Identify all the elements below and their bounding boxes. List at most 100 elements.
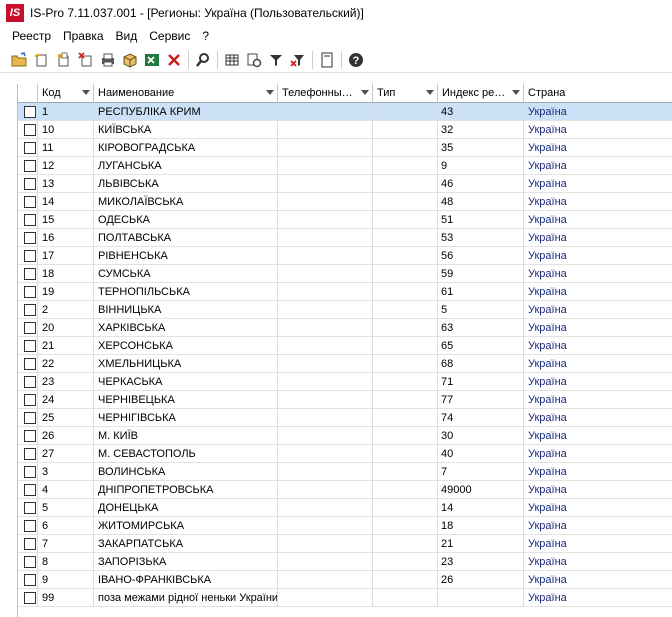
help-icon[interactable]: ? xyxy=(346,50,366,70)
row-checkbox[interactable] xyxy=(24,502,36,514)
table-row[interactable]: 17 РІВНЕНСЬКА 56 Україна xyxy=(18,247,672,265)
table-row[interactable]: 24 ЧЕРНІВЕЦЬКА 77 Україна xyxy=(18,391,672,409)
header-phone[interactable]: Телефонны… xyxy=(278,84,373,102)
table-row[interactable]: 9 ІВАНО-ФРАНКІВСЬКА 26 Україна xyxy=(18,571,672,589)
table-row[interactable]: 15 ОДЕСЬКА 51 Україна xyxy=(18,211,672,229)
sort-arrow-icon[interactable] xyxy=(266,90,274,95)
cell-country: Україна xyxy=(528,232,567,244)
row-checkbox[interactable] xyxy=(24,286,36,298)
table-icon[interactable] xyxy=(222,50,242,70)
cell-phone xyxy=(278,499,373,517)
table-row[interactable]: 6 ЖИТОМИРСЬКА 18 Україна xyxy=(18,517,672,535)
table-row[interactable]: 18 СУМСЬКА 59 Україна xyxy=(18,265,672,283)
menu-service[interactable]: Сервис xyxy=(143,29,196,43)
row-checkbox[interactable] xyxy=(24,142,36,154)
search-icon[interactable] xyxy=(193,50,213,70)
table-row[interactable]: 2 ВІННИЦЬКА 5 Україна xyxy=(18,301,672,319)
row-checkbox[interactable] xyxy=(24,538,36,550)
table-row[interactable]: 7 ЗАКАРПАТСЬКА 21 Україна xyxy=(18,535,672,553)
menu-registry[interactable]: Реестр xyxy=(0,29,57,43)
cell-phone xyxy=(278,373,373,391)
table-row[interactable]: 26 М. КИЇВ 30 Україна xyxy=(18,427,672,445)
row-checkbox[interactable] xyxy=(24,574,36,586)
row-checkbox[interactable] xyxy=(24,250,36,262)
table-row[interactable]: 8 ЗАПОРІЗЬКА 23 Україна xyxy=(18,553,672,571)
table-row[interactable]: 19 ТЕРНОПІЛЬСЬКА 61 Україна xyxy=(18,283,672,301)
delete-item-icon[interactable] xyxy=(76,50,96,70)
row-checkbox[interactable] xyxy=(24,304,36,316)
sort-arrow-icon[interactable] xyxy=(426,90,434,95)
table-row[interactable]: 11 КІРОВОГРАДСЬКА 35 Україна xyxy=(18,139,672,157)
row-checkbox[interactable] xyxy=(24,214,36,226)
cell-name: поза межами рідної неньки України xyxy=(94,589,278,607)
sort-arrow-icon[interactable] xyxy=(361,90,369,95)
row-checkbox[interactable] xyxy=(24,322,36,334)
table-row[interactable]: 99 поза межами рідної неньки України Украї… xyxy=(18,589,672,607)
header-type[interactable]: Тип xyxy=(373,84,438,102)
table-row[interactable]: 27 М. СЕВАСТОПОЛЬ 40 Україна xyxy=(18,445,672,463)
row-checkbox[interactable] xyxy=(24,556,36,568)
row-checkbox[interactable] xyxy=(24,376,36,388)
row-checkbox[interactable] xyxy=(24,358,36,370)
cell-name: ІВАНО-ФРАНКІВСЬКА xyxy=(94,571,278,589)
print-icon[interactable] xyxy=(98,50,118,70)
table-row[interactable]: 25 ЧЕРНІГІВСЬКА 74 Україна xyxy=(18,409,672,427)
row-checkbox[interactable] xyxy=(24,232,36,244)
row-checkbox-cell xyxy=(18,409,38,427)
row-checkbox[interactable] xyxy=(24,412,36,424)
cell-type xyxy=(373,427,438,445)
header-country[interactable]: Страна xyxy=(524,84,672,102)
row-checkbox[interactable] xyxy=(24,448,36,460)
row-checkbox[interactable] xyxy=(24,178,36,190)
table-row[interactable]: 21 ХЕРСОНСЬКА 65 Україна xyxy=(18,337,672,355)
cell-country: Україна xyxy=(528,124,567,136)
sort-arrow-icon[interactable] xyxy=(82,90,90,95)
header-index[interactable]: Индекс ре… xyxy=(438,84,524,102)
table-row[interactable]: 20 ХАРКІВСЬКА 63 Україна xyxy=(18,319,672,337)
cell-index: 9 xyxy=(438,157,524,175)
row-checkbox[interactable] xyxy=(24,592,36,604)
menu-help[interactable]: ? xyxy=(196,29,215,43)
row-checkbox[interactable] xyxy=(24,124,36,136)
row-checkbox[interactable] xyxy=(24,196,36,208)
cell-code: 25 xyxy=(38,409,94,427)
filter-icon[interactable] xyxy=(266,50,286,70)
row-checkbox[interactable] xyxy=(24,520,36,532)
sort-arrow-icon[interactable] xyxy=(512,90,520,95)
row-checkbox[interactable] xyxy=(24,106,36,118)
header-code[interactable]: Код xyxy=(38,84,94,102)
table-row[interactable]: 16 ПОЛТАВСЬКА 53 Україна xyxy=(18,229,672,247)
cell-country: Україна xyxy=(528,286,567,298)
document-icon[interactable] xyxy=(317,50,337,70)
menu-view[interactable]: Вид xyxy=(110,29,144,43)
menu-edit[interactable]: Правка xyxy=(57,29,110,43)
excel-icon[interactable] xyxy=(142,50,162,70)
header-name[interactable]: Наименование xyxy=(94,84,278,102)
new-item-icon[interactable] xyxy=(32,50,52,70)
row-checkbox-cell xyxy=(18,481,38,499)
row-checkbox[interactable] xyxy=(24,430,36,442)
table-row[interactable]: 14 МИКОЛАЇВСЬКА 48 Україна xyxy=(18,193,672,211)
table-row[interactable]: 10 КИЇВСЬКА 32 Україна xyxy=(18,121,672,139)
table-row[interactable]: 5 ДОНЕЦЬКА 14 Україна xyxy=(18,499,672,517)
row-checkbox[interactable] xyxy=(24,268,36,280)
row-checkbox[interactable] xyxy=(24,484,36,496)
table-row[interactable]: 23 ЧЕРКАСЬКА 71 Україна xyxy=(18,373,672,391)
close-x-icon[interactable] xyxy=(164,50,184,70)
row-checkbox[interactable] xyxy=(24,160,36,172)
open-folder-icon[interactable] xyxy=(10,50,30,70)
new-copy-icon[interactable] xyxy=(54,50,74,70)
table-row[interactable]: 22 ХМЕЛЬНИЦЬКА 68 Україна xyxy=(18,355,672,373)
row-checkbox[interactable] xyxy=(24,466,36,478)
table-row[interactable]: 12 ЛУГАНСЬКА 9 Україна xyxy=(18,157,672,175)
package-icon[interactable] xyxy=(120,50,140,70)
clear-filter-icon[interactable] xyxy=(288,50,308,70)
table-row[interactable]: 4 ДНІПРОПЕТРОВСЬКА 49000 Україна xyxy=(18,481,672,499)
table-row[interactable]: 13 ЛЬВІВСЬКА 46 Україна xyxy=(18,175,672,193)
table-row[interactable]: 3 ВОЛИНСЬКА 7 Україна xyxy=(18,463,672,481)
cell-phone xyxy=(278,589,373,607)
row-checkbox[interactable] xyxy=(24,340,36,352)
settings-icon[interactable] xyxy=(244,50,264,70)
table-row[interactable]: 1 РЕСПУБЛІКА КРИМ 43 Україна xyxy=(18,103,672,121)
row-checkbox[interactable] xyxy=(24,394,36,406)
